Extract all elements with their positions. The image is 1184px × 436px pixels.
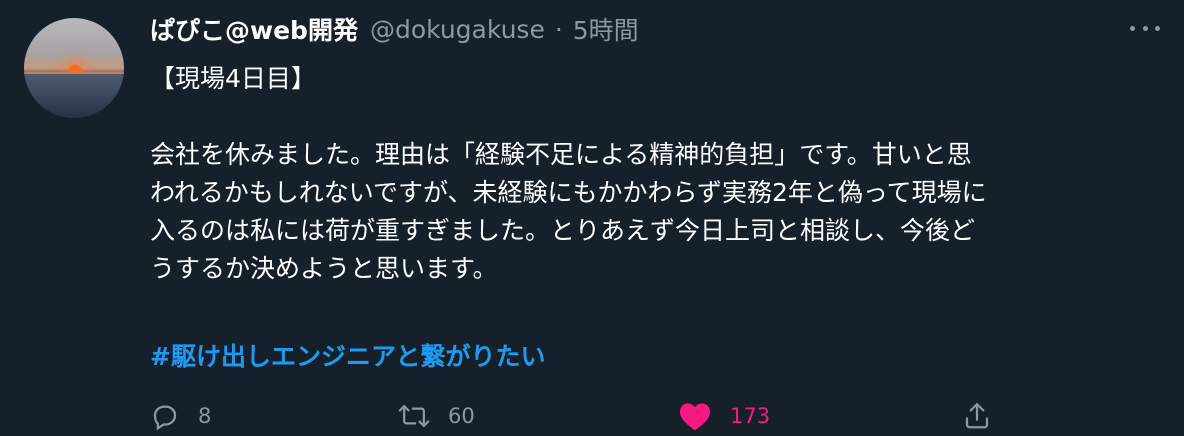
tweet-line: 入るのは私には荷が重すぎました。とりあえず今日上司と相談し、今後ど — [150, 216, 976, 245]
share-icon — [962, 401, 992, 431]
retweet-button[interactable]: 60 — [398, 396, 475, 436]
tweet-text: 【現場4日目】 会社を休みました。理由は「経験不足による精神的負担」です。甘いと… — [150, 60, 1150, 288]
like-button[interactable]: 173 — [678, 396, 770, 436]
timestamp[interactable]: 5時間 — [573, 11, 639, 47]
reply-button[interactable]: 8 — [150, 396, 211, 436]
hashtag-link[interactable]: #駆け出しエンジニアと繋がりたい — [150, 337, 545, 373]
tweet-line: うするか決めようと思います。 — [150, 254, 498, 283]
display-name[interactable]: ぱぴこ@web開発 — [150, 11, 358, 47]
tweet-line: 【現場4日目】 — [150, 64, 316, 93]
reply-count: 8 — [198, 404, 212, 428]
avatar-sunset — [68, 65, 82, 72]
user-handle[interactable]: @dokugakuse — [370, 15, 545, 44]
share-button[interactable] — [962, 396, 992, 436]
tweet[interactable]: ぱぴこ@web開発 @dokugakuse · 5時間 【現場4日目】 会社を休… — [0, 0, 1184, 436]
like-count: 173 — [730, 404, 771, 428]
tweet-actions: 8 60 173 — [150, 396, 1000, 436]
avatar[interactable] — [24, 18, 124, 118]
retweet-count: 60 — [448, 404, 475, 428]
separator-dot: · — [554, 14, 563, 44]
more-options-icon[interactable] — [1130, 18, 1160, 38]
tweet-header: ぱぴこ@web開発 @dokugakuse · 5時間 — [150, 12, 639, 46]
tweet-line: われるかもしれないですが、未経験にもかかわらず実務2年と偽って現場に — [150, 178, 987, 207]
reply-icon — [150, 401, 180, 431]
tweet-line: 会社を休みました。理由は「経験不足による精神的負担」です。甘いと思 — [150, 140, 972, 169]
retweet-icon — [398, 401, 430, 431]
heart-icon — [678, 401, 712, 431]
